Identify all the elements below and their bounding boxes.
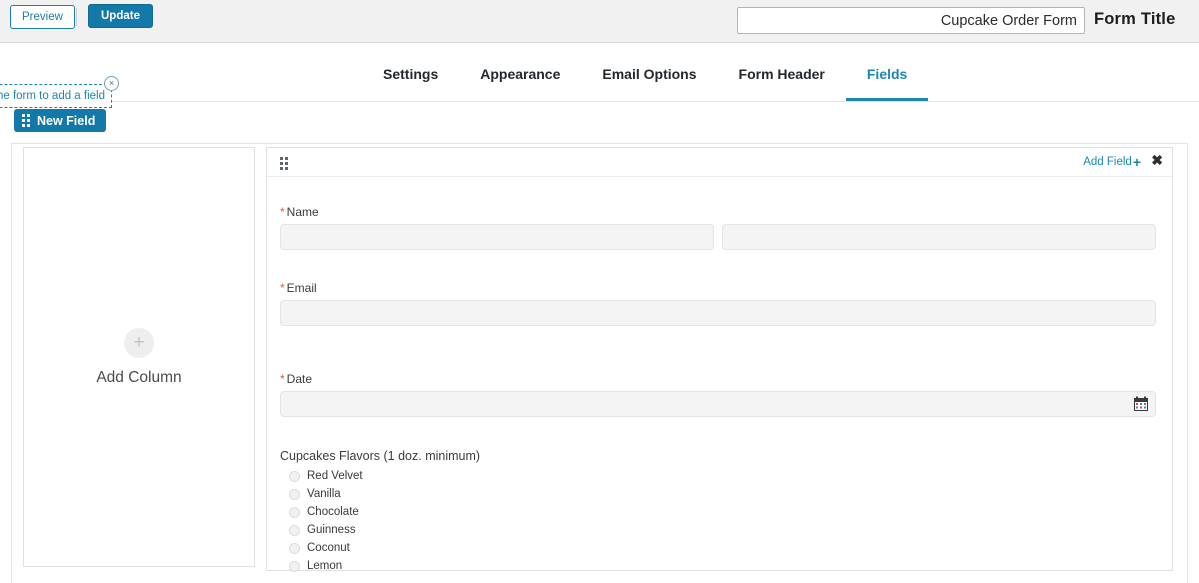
- form-title-label: Form Title: [1094, 10, 1176, 28]
- tab-fields[interactable]: Fields: [845, 44, 929, 101]
- update-button[interactable]: Update: [88, 4, 153, 28]
- required-marker: *: [280, 281, 285, 295]
- field-panel-header: Add Field + ✖: [267, 148, 1172, 177]
- required-marker: *: [280, 205, 285, 219]
- radio-icon[interactable]: [289, 470, 300, 482]
- choice-label: Coconut: [307, 542, 350, 554]
- update-button-label: Update: [101, 10, 140, 22]
- top-toolbar: Preview Update Form Title: [0, 0, 1199, 43]
- tab-settings-label: Settings: [383, 66, 439, 82]
- date-input[interactable]: [280, 391, 1156, 417]
- plus-icon: +: [1132, 154, 1141, 170]
- tab-appearance-label: Appearance: [480, 66, 561, 82]
- tab-fields-label: Fields: [866, 66, 908, 82]
- drag-handle-icon[interactable]: [280, 157, 288, 170]
- field-date-label-text: Date: [286, 372, 313, 386]
- tab-form-header-label: Form Header: [738, 66, 825, 82]
- new-field-button[interactable]: New Field: [14, 109, 107, 132]
- add-column-placeholder[interactable]: + Add Column: [23, 147, 255, 567]
- field-date-label: * Date: [280, 372, 1160, 386]
- close-icon-glyph: ×: [108, 78, 115, 88]
- new-field-button-label: New Field: [37, 113, 96, 128]
- field-name: * Name: [280, 205, 1160, 250]
- list-item[interactable]: Red Velvet: [280, 467, 780, 485]
- field-group-panel: Add Field + ✖ * Name * Email * Date Cupc…: [266, 147, 1173, 572]
- add-field-link[interactable]: Add Field +: [1083, 155, 1141, 169]
- tab-settings[interactable]: Settings: [362, 44, 459, 101]
- list-item[interactable]: Chocolate: [280, 503, 780, 521]
- field-cupcake-flavors-label: Cupcakes Flavors (1 doz. minimum): [280, 449, 481, 463]
- choice-label: Lemon: [307, 560, 343, 572]
- tab-email-options[interactable]: Email Options: [581, 44, 717, 101]
- choice-label: Red Velvet: [307, 470, 363, 482]
- toolbar-divider: [76, 8, 77, 26]
- field-name-label: * Name: [280, 205, 1160, 219]
- field-email: * Email: [280, 281, 1160, 326]
- close-icon[interactable]: ×: [104, 76, 119, 91]
- email-input[interactable]: [280, 300, 1156, 326]
- form-builder-canvas: + Add Column Add Field + ✖ * Name * Emai…: [11, 143, 1188, 583]
- choice-label: Chocolate: [307, 506, 359, 518]
- radio-icon[interactable]: [289, 488, 300, 500]
- drag-hint-text: he form to add a field: [0, 90, 105, 102]
- calendar-icon[interactable]: [1134, 396, 1148, 411]
- field-name-label-text: Name: [286, 205, 319, 219]
- form-title-input[interactable]: [737, 7, 1085, 34]
- list-item[interactable]: Vanilla: [280, 485, 780, 503]
- radio-icon[interactable]: [289, 542, 300, 554]
- choice-label: Guinness: [307, 524, 356, 536]
- field-date: * Date: [280, 372, 1160, 417]
- choice-option-list: Red Velvet Vanilla Chocolate Guinness Co…: [280, 467, 780, 575]
- name-first-input[interactable]: [280, 224, 714, 250]
- add-field-link-label: Add Field: [1083, 156, 1132, 168]
- tab-email-options-label: Email Options: [602, 66, 697, 82]
- add-column-label: Add Column: [96, 368, 182, 386]
- list-item[interactable]: Guinness: [280, 521, 780, 539]
- field-email-label: * Email: [280, 281, 1160, 295]
- list-item[interactable]: Coconut: [280, 539, 780, 557]
- radio-icon[interactable]: [289, 506, 300, 518]
- radio-icon[interactable]: [289, 560, 300, 572]
- preview-button[interactable]: Preview: [10, 5, 75, 29]
- tab-list: Settings Appearance Email Options Form H…: [362, 44, 929, 102]
- tab-form-header[interactable]: Form Header: [718, 44, 846, 101]
- choice-label: Vanilla: [307, 488, 341, 500]
- plus-icon: +: [124, 327, 154, 358]
- required-marker: *: [280, 372, 285, 386]
- tab-bar: Settings Appearance Email Options Form H…: [0, 44, 1199, 102]
- drag-handle-icon: [22, 114, 30, 127]
- radio-icon[interactable]: [289, 524, 300, 536]
- tab-appearance[interactable]: Appearance: [459, 44, 581, 101]
- field-cupcake-flavors: Cupcakes Flavors (1 doz. minimum) Red Ve…: [280, 449, 780, 575]
- field-email-label-text: Email: [286, 281, 317, 295]
- list-item[interactable]: Lemon: [280, 557, 780, 575]
- close-panel-icon[interactable]: ✖: [1151, 153, 1163, 167]
- plus-icon-glyph: +: [133, 332, 145, 353]
- name-last-input[interactable]: [722, 224, 1156, 250]
- close-panel-glyph: ✖: [1151, 152, 1163, 168]
- preview-button-label: Preview: [22, 11, 63, 23]
- drag-hint-tooltip: he form to add a field: [0, 84, 112, 108]
